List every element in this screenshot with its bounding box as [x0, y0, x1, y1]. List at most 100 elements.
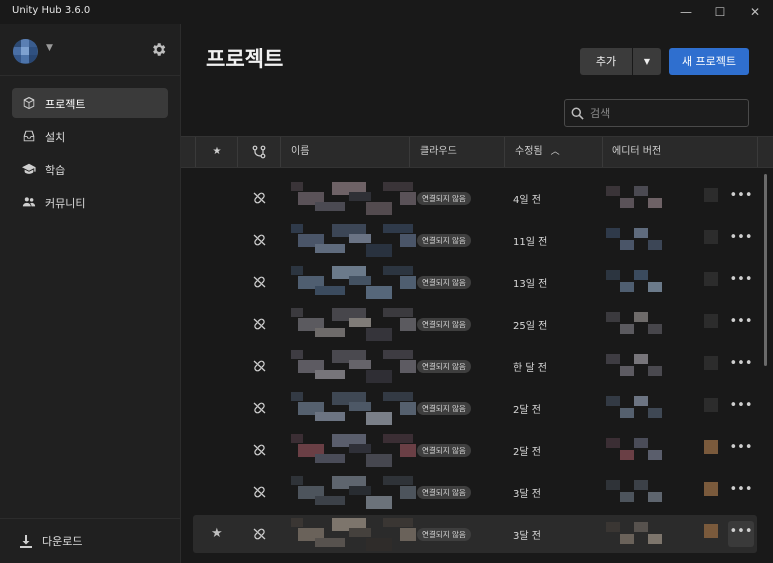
- add-dropdown-button[interactable]: ▼: [633, 48, 661, 75]
- sidebar-item-label: 커뮤니티: [45, 197, 86, 210]
- favorite-star-icon[interactable]: ★: [211, 526, 223, 541]
- sidebar-item-installs[interactable]: 설치: [12, 121, 168, 151]
- more-options-icon[interactable]: •••: [728, 227, 754, 253]
- cloud-status-badge: 연결되지 않음: [417, 276, 471, 289]
- cloud-unlinked-icon: [253, 276, 266, 288]
- search-icon: [571, 107, 584, 120]
- cloud-unlinked-icon: [253, 234, 266, 246]
- cloud-unlinked-icon: [253, 444, 266, 456]
- search-box: [564, 99, 749, 127]
- editor-version-redacted: [606, 520, 736, 548]
- column-header-modified-label: 수정됨: [515, 146, 543, 157]
- cloud-status-badge: 연결되지 않음: [417, 192, 471, 205]
- graduation-cap-icon: [22, 163, 36, 174]
- search-input[interactable]: [590, 105, 740, 121]
- modified-time: 25일 전: [513, 321, 548, 332]
- cloud-unlinked-icon: [253, 486, 266, 498]
- project-name-redacted: [291, 266, 416, 299]
- project-row[interactable]: 연결되지 않음 11일 전 •••: [193, 221, 757, 259]
- table-header: ★ 이름 클라우드 수정됨 ︿ 에디터 버전: [181, 136, 773, 168]
- modified-time: 13일 전: [513, 279, 548, 290]
- cloud-status-badge: 연결되지 않음: [417, 318, 471, 331]
- modified-time: 한 달 전: [513, 363, 547, 374]
- project-name-redacted: [291, 224, 416, 257]
- avatar[interactable]: [13, 39, 38, 64]
- cloud-unlinked-icon: [253, 318, 266, 330]
- editor-version-redacted: [606, 352, 736, 380]
- column-header-cloud[interactable]: 클라우드: [411, 137, 505, 167]
- editor-version-redacted: [606, 394, 736, 422]
- more-options-icon[interactable]: •••: [728, 185, 754, 211]
- more-options-icon[interactable]: •••: [728, 353, 754, 379]
- column-header-cloud-link[interactable]: [239, 137, 281, 167]
- sidebar-item-learn[interactable]: 학습: [12, 154, 168, 184]
- sidebar-item-label: 프로젝트: [45, 98, 86, 111]
- editor-version-redacted: [606, 310, 736, 338]
- download-icon: [20, 535, 32, 548]
- cloud-unlinked-icon: [253, 528, 266, 540]
- project-name-redacted: [291, 392, 416, 425]
- modified-time: 3달 전: [513, 531, 541, 542]
- editor-version-redacted: [606, 184, 736, 212]
- more-options-icon[interactable]: •••: [728, 479, 754, 505]
- column-header-modified[interactable]: 수정됨 ︿: [506, 137, 603, 167]
- project-list: 연결되지 않음 4일 전 ••• 연결되지 않음 11일 전 ••• 연결되지 …: [181, 168, 773, 563]
- account-area: ▼: [0, 24, 180, 76]
- project-row[interactable]: ★ 연결되지 않음 3달 전 •••: [193, 515, 757, 553]
- more-options-icon[interactable]: •••: [728, 521, 754, 547]
- modified-time: 2달 전: [513, 405, 541, 416]
- project-name-redacted: [291, 308, 416, 341]
- cloud-unlinked-icon: [253, 402, 266, 414]
- star-icon: ★: [212, 146, 222, 157]
- cloud-status-badge: 연결되지 않음: [417, 444, 471, 457]
- column-header-name[interactable]: 이름: [282, 137, 410, 167]
- downloads-item[interactable]: 다운로드: [0, 518, 180, 563]
- more-options-icon[interactable]: •••: [728, 311, 754, 337]
- editor-version-redacted: [606, 436, 736, 464]
- sidebar-item-projects[interactable]: 프로젝트: [12, 88, 168, 118]
- minimize-button[interactable]: —: [669, 0, 703, 24]
- sidebar-item-community[interactable]: 커뮤니티: [12, 187, 168, 217]
- scrollbar[interactable]: [764, 174, 767, 366]
- modified-time: 2달 전: [513, 447, 541, 458]
- install-icon: [23, 130, 35, 142]
- people-icon: [22, 197, 36, 207]
- project-row[interactable]: 연결되지 않음 4일 전 •••: [193, 179, 757, 217]
- more-options-icon[interactable]: •••: [728, 269, 754, 295]
- editor-version-redacted: [606, 268, 736, 296]
- cloud-status-badge: 연결되지 않음: [417, 402, 471, 415]
- gear-icon[interactable]: [150, 41, 167, 58]
- cloud-unlinked-icon: [253, 360, 266, 372]
- project-row[interactable]: 연결되지 않음 13일 전 •••: [193, 263, 757, 301]
- add-button[interactable]: 추가: [580, 48, 632, 75]
- main-panel: 프로젝트 추가 ▼ 새 프로젝트 ★ 이름 클라우드 수정됨 ︿ 에디터 버전: [181, 24, 773, 563]
- modified-time: 3달 전: [513, 489, 541, 500]
- new-project-button[interactable]: 새 프로젝트: [669, 48, 749, 75]
- cloud-status-badge: 연결되지 않음: [417, 528, 471, 541]
- more-options-icon[interactable]: •••: [728, 437, 754, 463]
- project-name-redacted: [291, 476, 416, 509]
- cloud-unlinked-icon: [253, 192, 266, 204]
- project-row[interactable]: 연결되지 않음 25일 전 •••: [193, 305, 757, 343]
- project-name-redacted: [291, 350, 416, 383]
- chevron-down-icon: ▼: [643, 57, 651, 66]
- cloud-status-badge: 연결되지 않음: [417, 234, 471, 247]
- page-title: 프로젝트: [206, 47, 284, 71]
- cloud-status-badge: 연결되지 않음: [417, 486, 471, 499]
- sidebar-item-label: 학습: [45, 164, 66, 177]
- sidebar: ▼ 프로젝트 설치 학습 커뮤니티 다운로드: [0, 24, 181, 563]
- column-header-editor-version[interactable]: 에디터 버전: [604, 137, 758, 167]
- chevron-down-icon[interactable]: ▼: [46, 43, 53, 53]
- downloads-label: 다운로드: [42, 535, 83, 548]
- project-row[interactable]: 연결되지 않음 한 달 전 •••: [193, 347, 757, 385]
- maximize-button[interactable]: ☐: [703, 0, 737, 24]
- sidebar-item-label: 설치: [45, 131, 66, 144]
- column-header-star[interactable]: ★: [197, 137, 238, 167]
- sort-ascending-icon: ︿: [550, 147, 560, 157]
- project-row[interactable]: 연결되지 않음 3달 전 •••: [193, 473, 757, 511]
- close-button[interactable]: ✕: [738, 0, 772, 24]
- project-row[interactable]: 연결되지 않음 2달 전 •••: [193, 389, 757, 427]
- cube-icon: [23, 96, 35, 110]
- project-row[interactable]: 연결되지 않음 2달 전 •••: [193, 431, 757, 469]
- more-options-icon[interactable]: •••: [728, 395, 754, 421]
